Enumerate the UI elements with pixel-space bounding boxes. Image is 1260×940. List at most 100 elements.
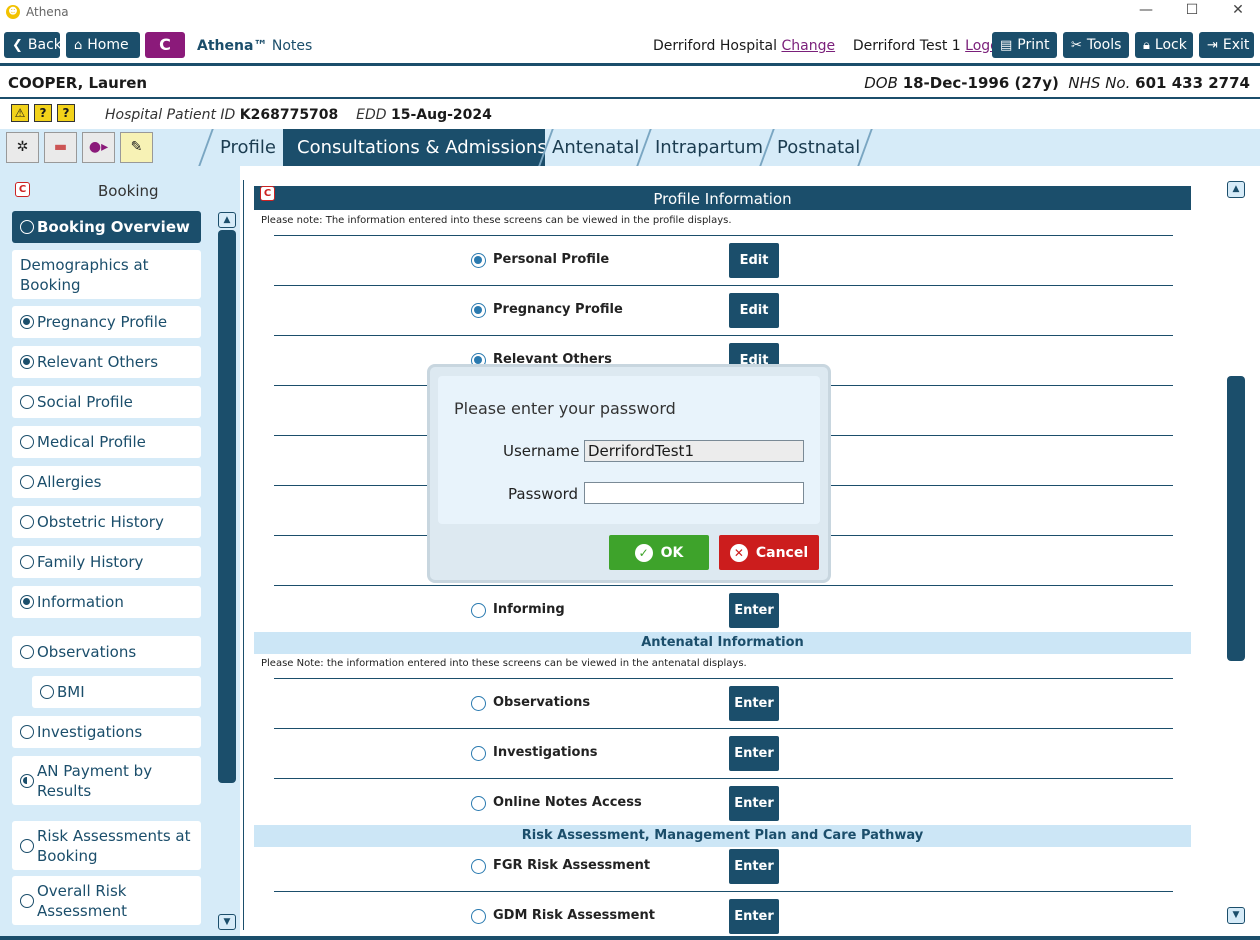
puzzle-icon[interactable]: ✲: [6, 132, 39, 163]
alert-icon[interactable]: ⚠: [11, 104, 29, 122]
row-status-radio[interactable]: [471, 746, 486, 761]
chevron-left-icon: ❮: [12, 37, 23, 53]
home-button[interactable]: ⌂ Home: [66, 32, 140, 58]
tab-antenatal[interactable]: Antenatal: [538, 129, 653, 166]
sidebar-item[interactable]: Pregnancy Profile: [12, 306, 201, 338]
sidebar-item[interactable]: Demographics at Booking: [12, 250, 201, 299]
row-action-button[interactable]: Enter: [729, 849, 779, 884]
sidebar-item-label: Demographics at Booking: [20, 255, 149, 294]
sidebar-item[interactable]: Medical Profile: [12, 426, 201, 458]
row-divider: [274, 891, 1173, 892]
patient-bar: COOPER, Lauren DOB 18-Dec-1996 (27y) NHS…: [0, 66, 1260, 97]
main-scrollbar[interactable]: [1227, 376, 1245, 661]
sidebar-scrollbar[interactable]: [218, 230, 236, 783]
row-divider: [274, 678, 1173, 679]
toolbar: ❮ Back ⌂ Home C Athena™ Notes Derriford Ho…: [0, 25, 1260, 64]
sidebar-item-label: Pregnancy Profile: [37, 313, 168, 331]
row-label: Pregnancy Profile: [493, 302, 623, 317]
row-status-radio[interactable]: [471, 859, 486, 874]
row-status-radio[interactable]: [471, 696, 486, 711]
scroll-down-button[interactable]: ▼: [1227, 907, 1245, 924]
row-action-button[interactable]: Enter: [729, 593, 779, 628]
row-status-radio[interactable]: [471, 303, 486, 318]
lock-button[interactable]: 🔒︎ Lock: [1135, 32, 1193, 58]
exit-button[interactable]: ⇥ Exit: [1199, 32, 1254, 58]
sidebar-item[interactable]: Social Profile: [12, 386, 201, 418]
divider: [243, 180, 244, 930]
c-marker-icon: C: [15, 182, 30, 197]
row-action-button[interactable]: Edit: [729, 293, 779, 328]
row-status-radio[interactable]: [471, 796, 486, 811]
sidebar-item[interactable]: Information: [12, 586, 201, 618]
close-window-button[interactable]: ✕: [1220, 2, 1256, 22]
sidebar-item[interactable]: Allergies: [12, 466, 201, 498]
password-field[interactable]: [584, 482, 804, 504]
hospital-id: K268775708: [239, 107, 339, 123]
sidebar-item[interactable]: Obstetric History: [12, 506, 201, 538]
sidebar-item-label: Booking Overview: [37, 218, 190, 236]
row-action-button[interactable]: Enter: [729, 899, 779, 934]
c-button[interactable]: C: [145, 32, 185, 58]
user-name: Derriford Test 1: [852, 38, 961, 54]
sidebar-item[interactable]: Relevant Others: [12, 346, 201, 378]
medication-icon[interactable]: ▬: [44, 132, 77, 163]
tab-consultations-admissions[interactable]: Consultations & Admissions: [283, 129, 547, 166]
sidebar-item[interactable]: Investigations: [12, 716, 201, 748]
help-alert-icon[interactable]: ?: [57, 104, 75, 122]
print-button[interactable]: ▤ Print: [992, 32, 1057, 58]
divider: [0, 936, 1260, 940]
sidebar-item[interactable]: AN Payment by Results: [12, 756, 201, 805]
row-divider: [274, 235, 1173, 236]
status-radio-icon: [20, 220, 34, 234]
close-icon: ✕: [729, 543, 748, 562]
patient-dob: 18-Dec-1996 (27y): [902, 74, 1059, 92]
scroll-up-button[interactable]: ▲: [1227, 181, 1245, 198]
status-radio-icon: [20, 595, 34, 609]
row-divider: [274, 778, 1173, 779]
profile-information-header: Profile Information: [254, 186, 1191, 210]
hospital-name: Derriford Hospital: [653, 38, 778, 54]
sidebar-item[interactable]: BMI: [32, 676, 201, 708]
row-action-button[interactable]: Enter: [729, 786, 779, 821]
status-radio-icon: [20, 475, 34, 489]
notes-icon[interactable]: ✎: [120, 132, 153, 163]
title-bar: ☻ Athena — ☐ ✕: [0, 0, 1260, 25]
cancel-button[interactable]: ✕ Cancel: [719, 535, 819, 570]
tab-postnatal[interactable]: Postnatal: [763, 129, 874, 166]
status-radio-icon: [20, 893, 34, 908]
patient-transfer-icon[interactable]: ●▸: [82, 132, 115, 163]
sidebar-item[interactable]: Family History: [12, 546, 201, 578]
sidebar-item[interactable]: Risk Assessments at Booking: [12, 821, 201, 870]
back-button[interactable]: ❮ Back: [4, 32, 62, 58]
row-action-button[interactable]: Enter: [729, 736, 779, 771]
lock-icon: 🔒︎: [1143, 37, 1150, 53]
row-action-button[interactable]: Enter: [729, 686, 779, 721]
sidebar-item[interactable]: Overall Risk Assessment: [12, 876, 201, 925]
row-label: FGR Risk Assessment: [493, 858, 651, 873]
sidebar-item[interactable]: Observations: [12, 636, 201, 668]
sidebar-item[interactable]: Booking Overview: [12, 211, 201, 243]
change-hospital-link[interactable]: Change: [781, 38, 835, 54]
username-field[interactable]: DerrifordTest1: [584, 440, 804, 462]
row-status-radio[interactable]: [471, 253, 486, 268]
tools-button[interactable]: ✂ Tools: [1063, 32, 1129, 58]
tab-profile[interactable]: Profile: [206, 129, 290, 166]
maximize-button[interactable]: ☐: [1174, 2, 1210, 22]
minimize-button[interactable]: —: [1128, 2, 1164, 22]
row-status-radio[interactable]: [471, 603, 486, 618]
tab-intrapartum[interactable]: Intrapartum: [641, 129, 777, 166]
status-radio-icon: [20, 838, 34, 853]
hospital-id-info: Hospital Patient ID K268775708 EDD 15-Au…: [105, 107, 492, 123]
scroll-up-button[interactable]: ▲: [218, 212, 236, 228]
scroll-down-button[interactable]: ▼: [218, 914, 236, 930]
row-status-radio[interactable]: [471, 909, 486, 924]
check-icon: ✓: [634, 543, 653, 562]
sidebar-item-label: Medical Profile: [37, 433, 146, 451]
row-divider: [274, 585, 1173, 586]
row-action-button[interactable]: Edit: [729, 243, 779, 278]
ok-button[interactable]: ✓ OK: [609, 535, 709, 570]
sidebar-item-label: AN Payment by Results: [37, 761, 153, 800]
exit-icon: ⇥: [1207, 37, 1218, 53]
row-label: Informing: [493, 602, 565, 617]
help-alert-icon[interactable]: ?: [34, 104, 52, 122]
